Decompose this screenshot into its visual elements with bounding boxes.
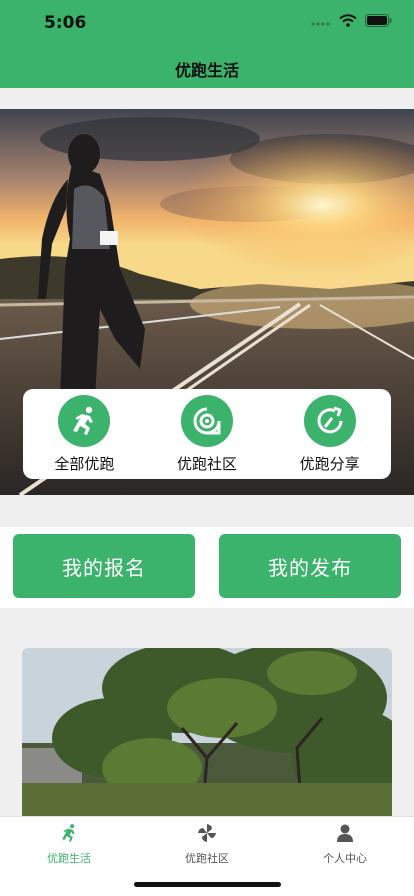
tab-community[interactable]: 优跑社区 (138, 821, 276, 866)
tab-profile[interactable]: 个人中心 (276, 821, 414, 866)
battery-icon (365, 14, 392, 27)
feed-photo[interactable] (22, 648, 392, 818)
cellular-icon (311, 21, 330, 26)
tab-label: 优跑生活 (47, 852, 91, 865)
my-signup-button[interactable]: 我的报名 (13, 534, 195, 598)
app-header: 5:06 优跑生活 (0, 0, 414, 88)
runner-icon (57, 821, 81, 845)
quick-links-card: 全部优跑 优跑社区 优跑分享 (23, 389, 391, 479)
wifi-icon (339, 14, 357, 27)
quick-link-all-runs[interactable]: 全部优跑 (29, 394, 139, 474)
person-icon (333, 821, 357, 845)
quick-link-community[interactable]: 优跑社区 (152, 394, 262, 474)
status-time: 5:06 (44, 13, 87, 33)
quick-link-label: 全部优跑 (54, 454, 115, 473)
my-posts-button[interactable]: 我的发布 (219, 534, 401, 598)
page-title: 优跑生活 (174, 61, 239, 80)
quick-link-label: 优跑社区 (176, 454, 237, 473)
tab-label: 优跑社区 (185, 852, 229, 865)
quick-link-share[interactable]: 优跑分享 (275, 394, 385, 474)
share-icon (303, 394, 356, 447)
tab-run-life[interactable]: 优跑生活 (0, 821, 138, 866)
action-buttons: 我的报名 我的发布 (0, 527, 414, 608)
home-indicator (134, 882, 281, 887)
tab-label: 个人中心 (323, 852, 367, 865)
quick-link-label: 优跑分享 (299, 454, 360, 473)
pinwheel-icon (195, 821, 219, 845)
community-icon (180, 394, 233, 447)
status-icons (311, 14, 392, 27)
runner-icon (58, 394, 111, 447)
